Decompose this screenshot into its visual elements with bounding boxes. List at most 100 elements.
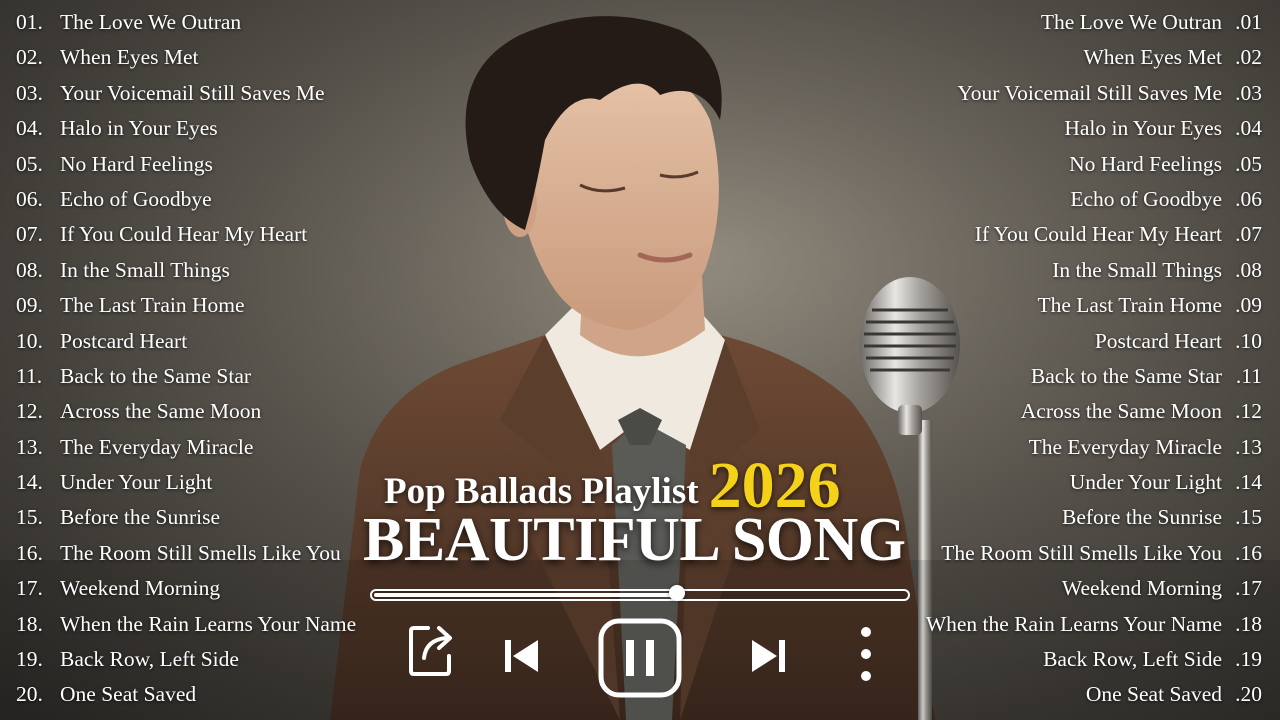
list-item[interactable]: In the Small Things .08 — [926, 253, 1262, 288]
track-number: .20 — [1235, 682, 1262, 707]
track-title: When Eyes Met — [60, 45, 199, 70]
list-item[interactable]: 18. When the Rain Learns Your Name — [16, 607, 356, 642]
track-number: .12 — [1235, 399, 1262, 424]
list-item[interactable]: The Everyday Miracle .13 — [926, 430, 1262, 465]
list-item[interactable]: 16. The Room Still Smells Like You — [16, 536, 356, 571]
track-number: 19. — [16, 647, 43, 672]
track-number: 01. — [16, 10, 43, 34]
list-item[interactable]: 10. Postcard Heart — [16, 324, 356, 359]
pause-icon — [598, 618, 682, 698]
track-number: 08. — [16, 257, 43, 282]
track-title: Your Voicemail Still Saves Me — [957, 80, 1222, 105]
track-number: 13. — [16, 434, 43, 459]
list-item[interactable]: Halo in Your Eyes .04 — [926, 111, 1262, 146]
track-number: .06 — [1235, 186, 1262, 211]
track-number: 10. — [16, 328, 43, 353]
track-title: Back Row, Left Side — [60, 647, 239, 672]
track-number: .11 — [1235, 363, 1262, 388]
track-title: Before the Sunrise — [1061, 505, 1222, 530]
list-item[interactable]: Echo of Goodbye .06 — [926, 182, 1262, 217]
list-item[interactable]: 19. Back Row, Left Side — [16, 642, 356, 677]
track-title: In the Small Things — [60, 257, 230, 282]
track-number: .03 — [1235, 80, 1262, 105]
track-number: .04 — [1235, 116, 1262, 141]
track-number: .02 — [1235, 45, 1262, 70]
track-title: Echo of Goodbye — [60, 186, 212, 211]
track-number: 09. — [16, 293, 43, 318]
track-number: 04. — [16, 116, 43, 141]
list-item[interactable]: When Eyes Met .02 — [926, 40, 1262, 75]
list-item[interactable]: 15. Before the Sunrise — [16, 500, 356, 535]
share-button[interactable] — [406, 618, 456, 678]
list-item[interactable]: The Last Train Home .09 — [926, 288, 1262, 323]
list-item[interactable]: 09. The Last Train Home — [16, 288, 356, 323]
track-number: 15. — [16, 505, 43, 530]
track-number: 03. — [16, 80, 43, 105]
previous-button[interactable] — [502, 638, 542, 674]
list-item[interactable]: 03. Your Voicemail Still Saves Me — [16, 76, 356, 111]
list-item[interactable]: Before the Sunrise .15 — [926, 500, 1262, 535]
list-item[interactable]: 02. When Eyes Met — [16, 40, 356, 75]
track-number: .15 — [1235, 505, 1262, 530]
track-title: Postcard Heart — [60, 328, 188, 353]
track-number: 12. — [16, 399, 43, 424]
list-item[interactable]: No Hard Feelings .05 — [926, 147, 1262, 182]
list-item[interactable]: The Love We Outran .01 — [926, 5, 1262, 40]
track-list-right: The Love We Outran .01 When Eyes Met .02 Y… — [926, 5, 1262, 713]
track-title: No Hard Feelings — [1069, 151, 1222, 176]
list-item[interactable]: 08. In the Small Things — [16, 253, 356, 288]
progress-knob[interactable] — [669, 585, 686, 601]
list-item[interactable]: Back Row, Left Side .19 — [926, 642, 1262, 677]
more-options-button[interactable] — [855, 626, 877, 682]
track-number: 07. — [16, 222, 43, 247]
list-item[interactable]: 07. If You Could Hear My Heart — [16, 217, 356, 252]
track-number: .07 — [1235, 222, 1262, 247]
track-number: 06. — [16, 186, 43, 211]
list-item[interactable]: 17. Weekend Morning — [16, 571, 356, 606]
list-item[interactable]: When the Rain Learns Your Name .18 — [926, 607, 1262, 642]
list-item[interactable]: Back to the Same Star .11 — [926, 359, 1262, 394]
list-item[interactable]: If You Could Hear My Heart .07 — [926, 217, 1262, 252]
list-item[interactable]: Your Voicemail Still Saves Me .03 — [926, 76, 1262, 111]
list-item[interactable]: One Seat Saved .20 — [926, 677, 1262, 712]
track-title: One Seat Saved — [60, 682, 197, 707]
list-item[interactable]: 05. No Hard Feelings — [16, 147, 356, 182]
track-number: 17. — [16, 576, 43, 601]
track-number: 11. — [16, 363, 43, 388]
track-title: Your Voicemail Still Saves Me — [60, 80, 325, 105]
pause-button[interactable] — [598, 618, 682, 698]
playlist-headline: BEAUTIFUL SONG — [363, 506, 906, 574]
list-item[interactable]: 11. Back to the Same Star — [16, 359, 356, 394]
list-item[interactable]: 14. Under Your Light — [16, 465, 356, 500]
list-item[interactable]: Under Your Light .14 — [926, 465, 1262, 500]
list-item[interactable]: 06. Echo of Goodbye — [16, 182, 356, 217]
track-number: .18 — [1235, 611, 1262, 636]
track-number: .14 — [1235, 470, 1262, 495]
track-title: In the Small Things — [1052, 257, 1222, 282]
list-item[interactable]: The Room Still Smells Like You .16 — [926, 536, 1262, 571]
track-number: 02. — [16, 45, 43, 70]
list-item[interactable]: 01. The Love We Outran — [16, 5, 356, 40]
list-item[interactable]: Postcard Heart .10 — [926, 324, 1262, 359]
progress-fill — [374, 593, 678, 597]
track-title: The Last Train Home — [1037, 293, 1222, 318]
track-title: Under Your Light — [60, 470, 213, 495]
list-item[interactable]: Weekend Morning .17 — [926, 571, 1262, 606]
track-number: 05. — [16, 151, 43, 176]
track-title: When the Rain Learns Your Name — [60, 611, 357, 636]
list-item[interactable]: Across the Same Moon .12 — [926, 394, 1262, 429]
list-item[interactable]: 04. Halo in Your Eyes — [16, 111, 356, 146]
progress-bar[interactable] — [370, 585, 910, 601]
next-button[interactable] — [748, 638, 788, 674]
list-item[interactable]: 12. Across the Same Moon — [16, 394, 356, 429]
track-title: Echo of Goodbye — [1070, 186, 1222, 211]
list-item[interactable]: 20. One Seat Saved — [16, 677, 356, 712]
track-number: 16. — [16, 540, 43, 565]
track-title: One Seat Saved — [1085, 682, 1222, 707]
track-title: Weekend Morning — [1061, 576, 1222, 601]
list-item[interactable]: 13. The Everyday Miracle — [16, 430, 356, 465]
track-list-left: 01. The Love We Outran 02. When Eyes Met 0… — [16, 5, 356, 713]
share-icon — [409, 626, 452, 676]
track-title: Halo in Your Eyes — [60, 116, 218, 141]
track-title: Weekend Morning — [60, 576, 221, 601]
